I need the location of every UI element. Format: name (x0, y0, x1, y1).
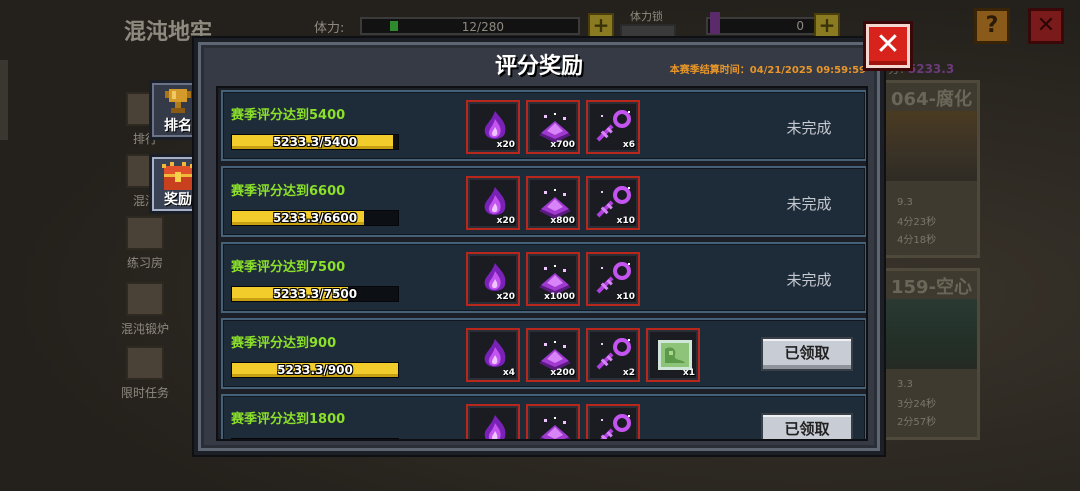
progress-bar: 5233.3/6600 (231, 210, 399, 226)
progress-text: 5233.3/6600 (272, 211, 358, 225)
reward-items: x4 x200 x2 x1 (466, 328, 700, 384)
stamina-label: 体力: (314, 21, 345, 36)
progress-bar: 5233.3/1800 (231, 438, 399, 441)
reward-quantity: x800 (550, 216, 575, 226)
status-incomplete: 未完成 (786, 119, 832, 137)
reward-quantity: x1000 (544, 292, 575, 302)
key-counter: 0 (706, 17, 816, 35)
level-card-image (875, 299, 977, 369)
progress-bar: 5233.3/7500 (231, 286, 399, 302)
purple-flame-icon (484, 415, 506, 439)
reward-quantity: x20 (496, 140, 515, 150)
reward-row-title: 赛季评分达到7500 (231, 260, 346, 275)
reward-item[interactable]: x20 (466, 252, 520, 306)
progress-text: 5233.3/5400 (272, 135, 358, 149)
reward-item[interactable]: x200 (526, 328, 580, 382)
rating-rewards-dialog: 评分奖励 本赛季结算时间：04/21/2025 09:59:59 赛季评分达到5… (194, 38, 884, 455)
reward-item[interactable]: x20 (466, 176, 520, 230)
close-button[interactable]: ✕ (866, 24, 910, 68)
level-card-image (875, 111, 977, 181)
progress-text: 5233.3/1800 (232, 439, 398, 441)
reward-quantity: x1 (682, 368, 695, 378)
add-key-button[interactable]: + (814, 13, 840, 39)
reward-row-title: 赛季评分达到6600 (231, 184, 346, 199)
key-counter-value: 0 (796, 19, 804, 33)
add-stamina-button[interactable]: + (588, 13, 614, 39)
reward-quantity: x10 (616, 216, 635, 226)
stamina-lock-toggle[interactable] (620, 24, 676, 38)
reward-item[interactable]: x2 (586, 328, 640, 382)
help-button[interactable]: ? (974, 8, 1010, 44)
reward-item[interactable]: x10 (586, 176, 640, 230)
reward-item[interactable]: x20 (466, 100, 520, 154)
background-close-button[interactable]: ✕ (1028, 8, 1064, 44)
claimed-button[interactable]: 已领取 (761, 413, 853, 439)
forge-cauldron-icon (126, 282, 164, 316)
level-card[interactable]: 159-空心 3.3 3分24秒 2分57秒 (872, 268, 980, 440)
reward-quantity: x20 (496, 292, 515, 302)
progress-bar: 5233.3/5400 (231, 134, 399, 150)
stamina-value: 12/280 (461, 20, 504, 34)
reward-item[interactable]: x6 (586, 100, 640, 154)
progress-bar-fill (232, 439, 398, 441)
reward-row: 赛季评分达到1800 5233.3/1800 已领取 (221, 394, 866, 441)
reward-row: 赛季评分达到7500 5233.3/7500 x20 x1000 x10 未完成 (221, 242, 866, 313)
reward-items: x20 x800 x10 (466, 176, 640, 232)
stamina-bar: 12/280 (360, 17, 580, 35)
reward-quantity: x6 (622, 140, 635, 150)
stamina-lock-label: 体力锁 (630, 10, 663, 23)
reward-quantity: x20 (496, 216, 515, 226)
season-deadline: 本赛季结算时间：04/21/2025 09:59:59 (669, 65, 866, 76)
reward-row: 赛季评分达到5400 5233.3/5400 x20 x700 x6 未完成 (221, 90, 866, 161)
reward-item[interactable]: x800 (526, 176, 580, 230)
progress-bar: 5233.3/900 (231, 362, 399, 378)
reward-item[interactable] (526, 404, 580, 439)
reward-quantity: x4 (502, 368, 515, 378)
menu-limited-tasks[interactable]: 限时任务 (110, 346, 180, 401)
status-incomplete: 未完成 (786, 271, 832, 289)
reward-row: 赛季评分达到900 5233.3/900 x4 x200 x2 x1 已领取 (221, 318, 866, 389)
practice-room-icon (126, 216, 164, 250)
menu-practice-room[interactable]: 练习房 (110, 216, 180, 271)
stamina-bar-fill (390, 21, 398, 31)
reward-item[interactable]: x1000 (526, 252, 580, 306)
reward-row: 赛季评分达到6600 5233.3/6600 x20 x800 x10 未完成 (221, 166, 866, 237)
purple-key-icon (596, 414, 631, 439)
trophy-icon (165, 89, 191, 113)
menu-chaos-forge[interactable]: 混沌锻炉 (110, 282, 180, 337)
progress-text: 5233.3/900 (277, 363, 353, 377)
scroll-icon (126, 346, 164, 380)
reward-list[interactable]: 赛季评分达到5400 5233.3/5400 x20 x700 x6 未完成 赛季评分达到6… (216, 86, 868, 441)
reward-item[interactable]: x1 (646, 328, 700, 382)
reward-row-title: 赛季评分达到900 (231, 336, 337, 351)
level-card[interactable]: 064-腐化 9.3 4分23秒 4分18秒 (872, 80, 980, 258)
key-icon (710, 12, 720, 34)
reward-row-title: 赛季评分达到5400 (231, 108, 346, 123)
reward-items (466, 404, 640, 439)
reward-items: x20 x700 x6 (466, 100, 640, 156)
purple-crystal-pile-icon (539, 417, 571, 439)
progress-text: 5233.3/7500 (272, 287, 358, 301)
reward-item[interactable] (586, 404, 640, 439)
reward-row-title: 赛季评分达到1800 (231, 412, 346, 427)
side-edge (0, 60, 8, 140)
claimed-button[interactable]: 已领取 (761, 337, 853, 371)
reward-item[interactable]: x4 (466, 328, 520, 382)
reward-quantity: x200 (550, 368, 575, 378)
reward-item[interactable]: x10 (586, 252, 640, 306)
status-incomplete: 未完成 (786, 195, 832, 213)
reward-items: x20 x1000 x10 (466, 252, 640, 308)
reward-item[interactable] (466, 404, 520, 439)
reward-quantity: x700 (550, 140, 575, 150)
reward-item[interactable]: x700 (526, 100, 580, 154)
reward-quantity: x2 (622, 368, 635, 378)
reward-quantity: x10 (616, 292, 635, 302)
